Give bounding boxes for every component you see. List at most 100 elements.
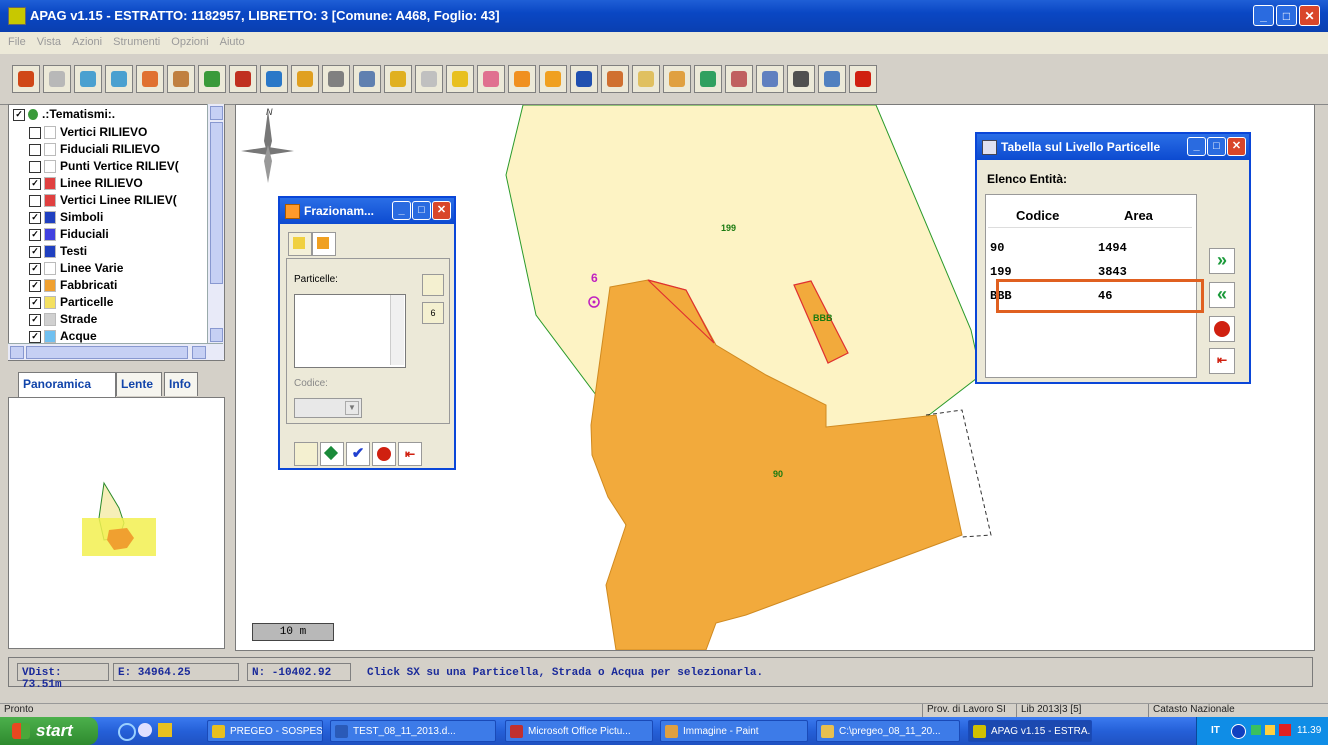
table-row[interactable]: 90 1494 [990,241,1190,259]
pencil-button[interactable] [663,65,691,93]
tree-horizontal-scrollbar[interactable] [8,343,223,360]
fraz-maximize-button[interactable]: □ [412,201,431,220]
zoom-in-button[interactable] [12,65,40,93]
select-button[interactable] [384,65,412,93]
checkbox-icon[interactable]: ✓ [29,330,41,343]
grid-button[interactable] [725,65,753,93]
taskbar-item[interactable]: C:\pregeo_08_11_20... [816,720,960,742]
maximize-button[interactable]: □ [1276,5,1297,26]
flag-button[interactable] [694,65,722,93]
checkbox-icon[interactable] [29,194,41,207]
menu-azioni[interactable]: Azioni [72,36,102,48]
taskbar-item[interactable]: Immagine - Paint [660,720,808,742]
antivirus-icon[interactable] [1279,724,1291,736]
tree-item[interactable]: ✓ Particelle [29,295,113,312]
back-icon[interactable] [1231,724,1246,739]
pan-button[interactable] [167,65,195,93]
tree-item[interactable]: Vertici RILIEVO [29,125,147,142]
confirm-check-icon[interactable]: ✔ [346,442,370,466]
power-button[interactable] [372,442,396,466]
checkbox-icon[interactable]: ✓ [29,211,41,224]
scroll-thumb-h[interactable] [26,346,188,359]
print-button[interactable] [787,65,815,93]
checkbox-icon[interactable]: ✓ [29,177,41,190]
menu-opzioni[interactable]: Opzioni [171,36,208,48]
tree-item[interactable]: Punti Vertice RILIEV( [29,159,179,176]
frazionamento-titlebar[interactable]: Frazionam... _ □ ✕ [280,198,454,224]
next-arrow-button[interactable]: » [1209,248,1235,274]
menu-aiuto[interactable]: Aiuto [220,36,245,48]
column-codice[interactable]: Codice [1016,208,1059,223]
scroll-right-icon[interactable] [192,346,206,359]
tab-panoramica[interactable]: Panoramica [18,372,116,398]
power-button[interactable] [849,65,877,93]
scroll-left-icon[interactable] [10,346,24,359]
checkbox-icon[interactable]: ✓ [29,262,41,275]
tabella-maximize-button[interactable]: □ [1207,137,1226,156]
link-button[interactable] [353,65,381,93]
checkbox-icon[interactable] [29,126,41,139]
zoom-previous-button[interactable] [229,65,257,93]
pin-button[interactable]: ⇤ [1209,348,1235,374]
language-indicator[interactable]: IT [1211,725,1220,736]
tree-item[interactable]: ✓ Fiduciali [29,227,109,244]
fraz-minimize-button[interactable]: _ [392,201,411,220]
tree-item[interactable]: ✓ Fabbricati [29,278,117,295]
table-button[interactable] [415,65,443,93]
particle-button[interactable] [508,65,536,93]
tree-root[interactable]: ✓ .:Tematismi:. [13,107,115,124]
menu-file[interactable]: File [8,36,26,48]
chart-button[interactable] [601,65,629,93]
checkbox-icon[interactable]: ✓ [29,228,41,241]
power-button[interactable] [1209,316,1235,342]
overview-map[interactable] [8,397,225,649]
pin-button[interactable]: ⇤ [398,442,422,466]
tree-item[interactable]: Fiduciali RILIEVO [29,142,160,159]
menu-strumenti[interactable]: Strumenti [113,36,160,48]
zoom-minus-button[interactable] [105,65,133,93]
tree-item[interactable]: ✓ Linee Varie [29,261,123,278]
tree-vertical-scrollbar[interactable] [207,104,224,359]
minimize-button[interactable]: _ [1253,5,1274,26]
scroll-thumb[interactable] [210,122,223,284]
previous-arrow-button[interactable]: « [1209,282,1235,308]
page-button[interactable] [632,65,660,93]
checkbox-icon[interactable]: ✓ [29,296,41,309]
checkbox-icon[interactable]: ✓ [29,245,41,258]
start-button[interactable]: start [0,717,98,745]
tabella-minimize-button[interactable]: _ [1187,137,1206,156]
checkbox-icon[interactable] [29,160,41,173]
quicklaunch-icon[interactable] [158,723,172,737]
ie-icon[interactable] [118,723,136,741]
diamond-button[interactable] [320,442,344,466]
document-button[interactable] [756,65,784,93]
close-button[interactable]: ✕ [1299,5,1320,26]
add-particella-button[interactable] [422,274,444,296]
tab-lente[interactable]: Lente [116,372,162,396]
taskbar-item[interactable]: PREGEO - SOSPESO I... [207,720,323,742]
taskbar-item[interactable]: Microsoft Office Pictu... [505,720,653,742]
split-button[interactable] [477,65,505,93]
zoom-plus-button[interactable] [74,65,102,93]
info-button[interactable] [322,65,350,93]
zoom-all-button[interactable] [198,65,226,93]
help-button[interactable] [818,65,846,93]
tabella-titlebar[interactable]: Tabella sul Livello Particelle _ □ ✕ [977,134,1249,160]
tree-item[interactable]: ✓ Simboli [29,210,103,227]
tray-app-icon[interactable] [1265,725,1275,735]
checkbox-icon[interactable]: ✓ [29,313,41,326]
layers-button[interactable] [446,65,474,93]
save-button[interactable] [570,65,598,93]
measure-button[interactable] [291,65,319,93]
taskbar-item[interactable]: APAG v1.15 - ESTRA... [968,720,1092,742]
particella-number-button[interactable]: 6 [422,302,444,324]
taskbar-item[interactable]: TEST_08_11_2013.d... [330,720,496,742]
browser-icon[interactable] [138,723,152,737]
tree-item[interactable]: Vertici Linee RILIEV( [29,193,177,210]
zoom-extent-button[interactable] [136,65,164,93]
tab-folder-1[interactable] [288,232,312,256]
fraz-close-button[interactable]: ✕ [432,201,451,220]
particelle-scrollbar[interactable] [390,295,404,365]
codice-select[interactable]: ▼ [294,398,362,418]
network-icon[interactable] [1251,725,1261,735]
